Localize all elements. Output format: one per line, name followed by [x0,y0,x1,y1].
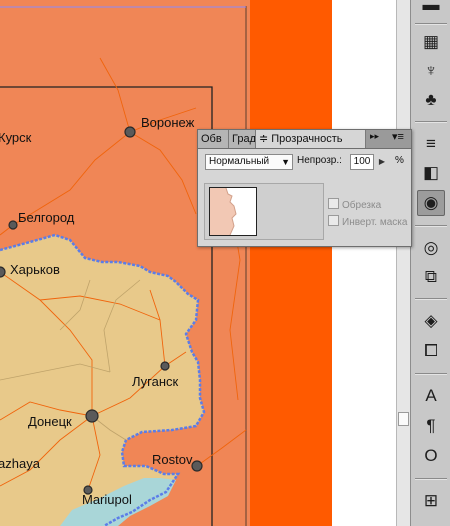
align-icon[interactable]: ⊞ [417,488,445,514]
thumbnail-shape [210,188,237,235]
object-thumbnail[interactable] [209,187,257,236]
city-label-rostov: Rostov [152,452,193,467]
city-label-kharkov: Харьков [10,262,60,277]
panel-tab-bar: Обв Град ≑ Прозрачность ▸▸ ▾≡ [198,130,411,149]
chevron-down-icon: ▼ [281,157,290,167]
toolbar-divider [415,121,447,123]
toolbar-divider [415,478,447,480]
vertical-scrollbar[interactable] [396,0,410,526]
brush-icon[interactable]: ♆ [417,58,445,84]
double-arrow-icon[interactable]: ▸▸ [370,131,379,142]
transparency-panel[interactable]: Обв Град ≑ Прозрачность ▸▸ ▾≡ Нормальный… [197,129,412,247]
appearance-icon[interactable]: ◎ [417,235,445,261]
city-label-zaporozhye: azhaya [0,456,41,471]
tab-stroke[interactable]: Обв [198,130,229,148]
panel-menu-icon[interactable]: ▾≡ [392,130,404,143]
clip-label: Обрезка [342,200,382,211]
transparency-icon[interactable]: ◉ [417,190,445,216]
clip-checkbox[interactable] [328,198,339,209]
city-marker-lugansk [160,361,170,371]
side-strip [250,0,332,526]
city-marker-voronezh [124,126,136,138]
toolbar-divider [415,298,447,300]
map-artwork: Воронеж Курск Белгород Харьков Луганск Д… [0,0,410,526]
city-marker-kharkov [0,266,6,278]
opacity-unit: % [395,155,404,166]
clip-checkbox-row[interactable]: Обрезка [328,198,381,211]
city-marker-rostov [191,460,203,472]
gradient-icon[interactable]: ◧ [417,160,445,186]
invert-mask-checkbox-row[interactable]: Инверт. маска [328,215,407,228]
invert-mask-label: Инверт. маска [342,217,408,228]
character-icon[interactable]: A [417,383,445,409]
city-marker-donetsk [85,409,99,423]
stroke-icon[interactable]: ≡ [417,131,445,157]
opacity-input[interactable]: 100 [350,154,374,170]
blend-mode-value: Нормальный [209,156,270,167]
city-label-kursk: Курск [0,130,32,145]
invert-mask-checkbox[interactable] [328,215,339,226]
scrollbar-thumb[interactable] [398,412,409,426]
layers-icon[interactable]: ◈ [417,308,445,334]
city-label-mariupol: Mariupol [82,492,132,507]
mask-thumbnail-area [204,183,324,240]
graphic-styles-icon[interactable]: ⧉ [417,264,445,290]
tab-transparency[interactable]: ≑ Прозрачность [256,130,366,148]
paragraph-icon[interactable]: ¶ [417,413,445,439]
city-label-lugansk: Луганск [132,374,179,389]
tab-gradient[interactable]: Град [229,130,256,148]
opentype-icon[interactable]: O [417,443,445,469]
club-symbol-icon[interactable]: ♣ [417,87,445,113]
city-label-voronezh: Воронеж [141,115,195,130]
artboards-icon[interactable]: ⧠ [417,338,445,364]
panel-top-icon[interactable]: ▬ [417,0,445,18]
panel-dock-toolbar: ▬ ▦ ♆ ♣ ≡ ◧ ◉ ◎ ⧉ ◈ ⧠ A ¶ O ⊞ [410,0,450,526]
document-canvas[interactable]: Воронеж Курск Белгород Харьков Луганск Д… [0,0,410,526]
toolbar-divider [415,23,447,25]
toolbar-divider [415,225,447,227]
blend-mode-select[interactable]: Нормальный ▼ [205,154,293,170]
city-marker-belgorod [8,220,18,230]
opacity-label: Непрозр.: [297,155,342,166]
city-label-belgorod: Белгород [18,210,75,225]
city-label-donetsk: Донецк [28,414,72,429]
swatches-icon[interactable]: ▦ [417,29,445,55]
stepper-arrow-icon[interactable]: ▶ [376,154,388,170]
toolbar-divider [415,373,447,375]
